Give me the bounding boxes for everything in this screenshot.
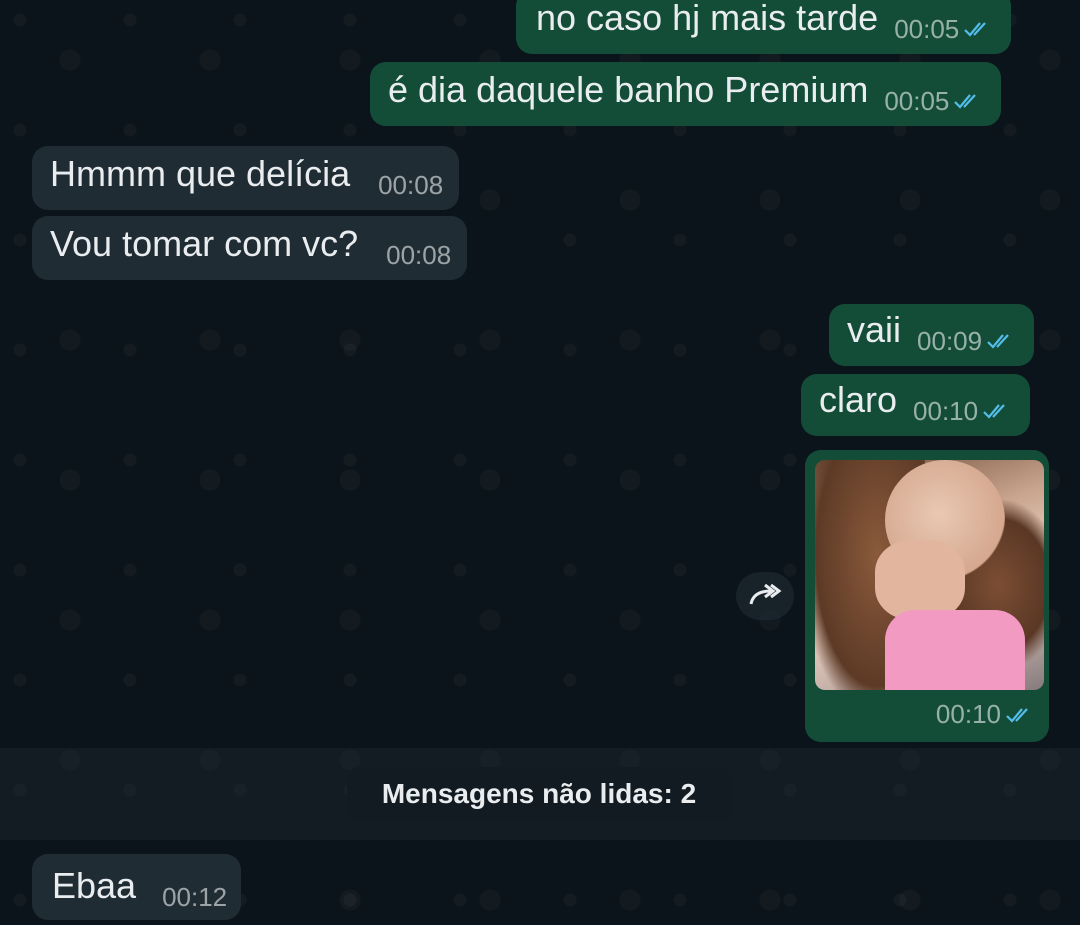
unread-divider-label: Mensagens não lidas: 2 [381,778,697,809]
outgoing-message[interactable]: é dia daquele banho Premium 00:05 [370,62,1002,126]
message-meta: 00:08 [378,170,443,200]
message-meta: 00:10 [913,396,1012,426]
sent-photo[interactable] [815,460,1044,690]
incoming-message[interactable]: Vou tomar com vc? 00:08 [32,216,468,280]
message-time: 00:08 [386,240,452,270]
message-text: no caso hj mais tarde [536,0,879,38]
outgoing-message[interactable]: claro 00:10 [801,374,1031,436]
message-time: 00:12 [162,882,228,912]
message-time: 00:05 [884,86,950,116]
forward-arrow-icon [747,582,783,610]
unread-messages-divider: Mensagens não lidas: 2 [347,767,731,821]
outgoing-message[interactable]: no caso hj mais tarde 00:05 [516,0,1012,54]
message-meta: 00:10 [936,699,1035,730]
incoming-message[interactable]: Ebaa 00:12 [32,854,242,920]
message-time: 00:08 [378,170,444,200]
double-check-icon [953,91,983,111]
forward-button[interactable] [736,572,794,620]
message-meta: 00:08 [386,240,451,270]
message-meta: 00:09 [917,326,1016,356]
message-time: 00:09 [917,326,983,356]
outgoing-image-message[interactable]: 00:10 [805,450,1049,742]
outgoing-message[interactable]: vaii 00:09 [829,304,1035,366]
message-meta: 00:05 [894,14,993,44]
message-time: 00:10 [913,396,979,426]
message-time: 00:05 [894,14,960,44]
photo-detail [885,610,1025,690]
double-check-icon [1005,705,1035,725]
message-text: claro [819,379,898,420]
message-text: Vou tomar com vc? [50,223,359,264]
chat-conversation: no caso hj mais tarde 00:05 é dia daquel… [0,0,1080,925]
message-text: Ebaa [52,865,137,906]
double-check-icon [982,401,1012,421]
message-meta: 00:12 [162,882,227,912]
message-meta: 00:05 [884,86,983,116]
message-text: vaii [847,309,902,350]
message-text: é dia daquele banho Premium [388,69,869,110]
photo-detail [875,540,965,620]
message-text: Hmmm que delícia [50,153,351,194]
message-time: 00:10 [935,699,1001,729]
double-check-icon [963,19,993,39]
incoming-message[interactable]: Hmmm que delícia 00:08 [32,146,460,210]
double-check-icon [986,331,1016,351]
